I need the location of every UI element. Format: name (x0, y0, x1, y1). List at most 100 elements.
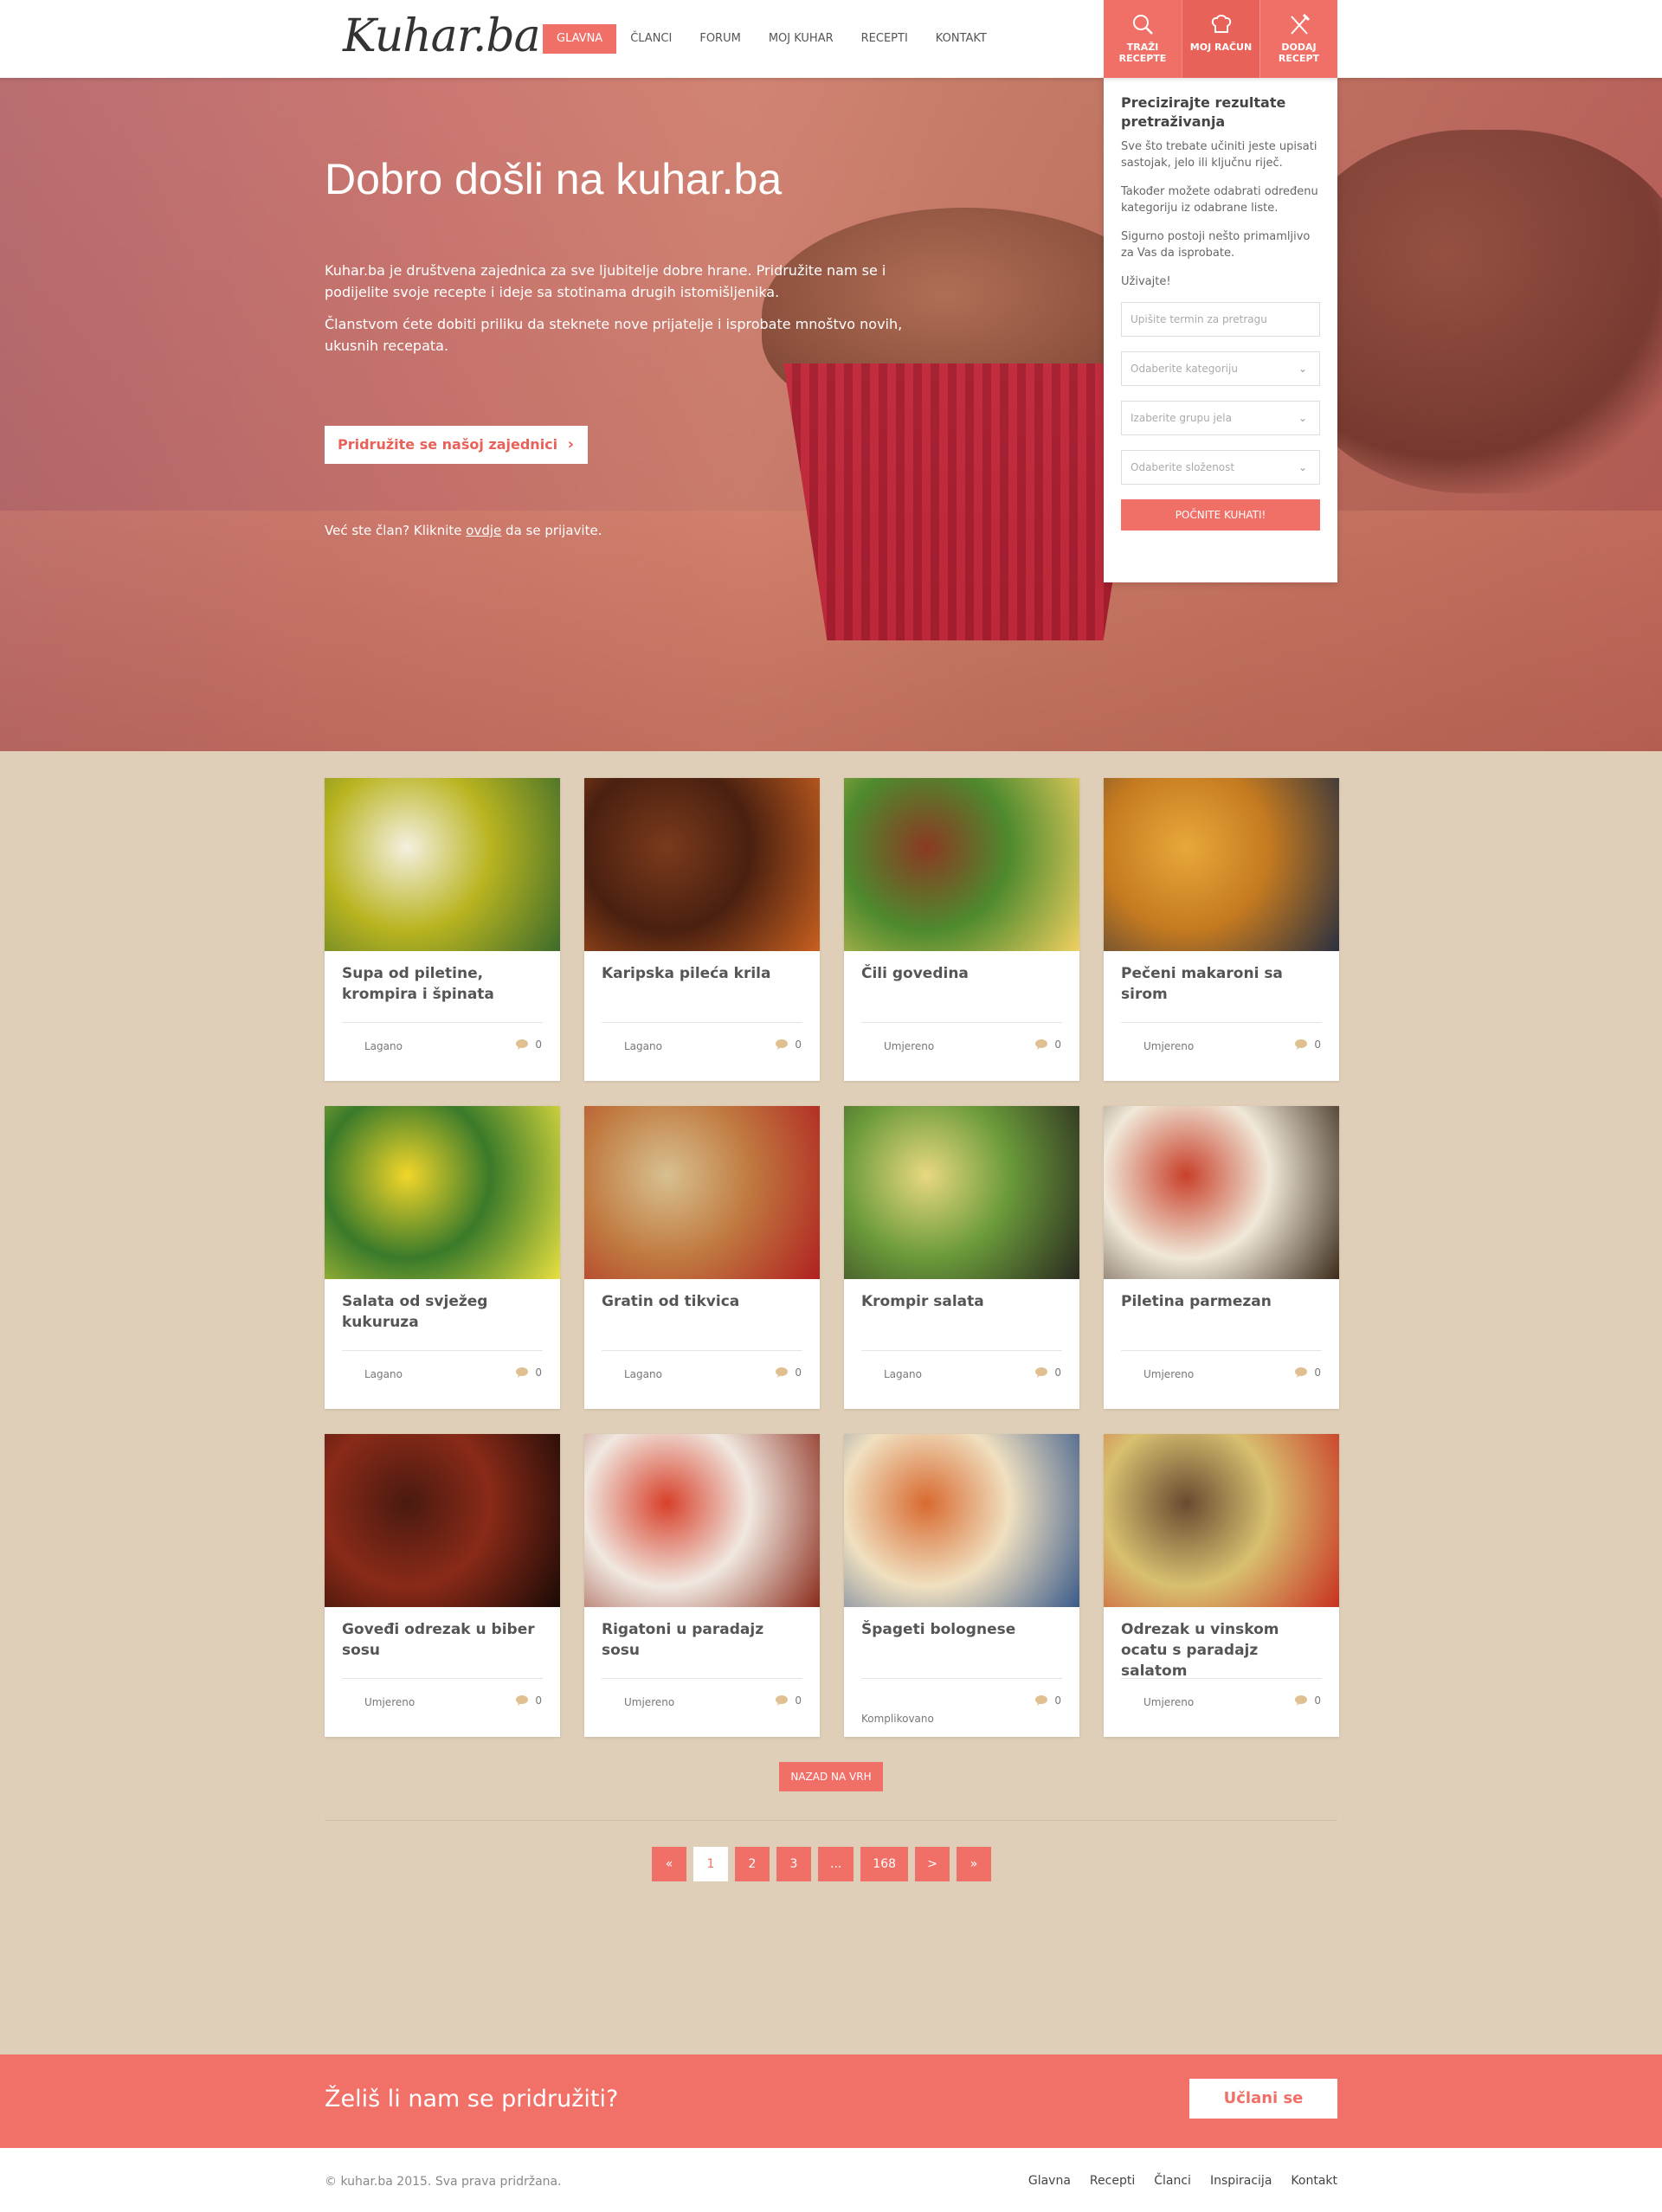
recipe-title[interactable]: Rigatoni u paradajz sosu (602, 1619, 805, 1661)
recipe-title[interactable]: Supa od piletine, krompira i špinata (342, 963, 545, 1005)
nav-item-recepti[interactable]: RECEPTI (847, 24, 922, 54)
recipe-image[interactable] (584, 778, 820, 951)
footer-link-kontakt[interactable]: Kontakt (1291, 2174, 1337, 2188)
comment-icon (1295, 1695, 1308, 1706)
recipe-title[interactable]: Gratin od tikvica (602, 1291, 805, 1312)
recipe-image[interactable] (844, 1434, 1079, 1607)
nav-item-kontakt[interactable]: KONTAKT (922, 24, 1001, 54)
signup-button[interactable]: Učlani se (1189, 2079, 1337, 2119)
my-account-button[interactable]: MOJ RAČUN (1182, 0, 1259, 78)
page-button[interactable]: > (915, 1847, 950, 1881)
comment-count: 0 (1054, 1366, 1061, 1379)
recipe-title[interactable]: Salata od svježeg kukuruza (342, 1291, 545, 1333)
header-actions: TRAŽI RECEPTE MOJ RAČUN DODAJ RECEPT (1104, 0, 1337, 78)
recipe-image[interactable] (325, 1434, 560, 1607)
search-recipes-button[interactable]: TRAŽI RECEPTE (1104, 0, 1182, 78)
recipe-image[interactable] (1104, 1106, 1339, 1279)
search-input[interactable]: Upišite termin za pretragu (1121, 302, 1320, 337)
comment-icon (516, 1695, 529, 1706)
add-recipe-button[interactable]: DODAJ RECEPT (1259, 0, 1337, 78)
chef-hat-icon (1182, 10, 1259, 38)
recipe-title[interactable]: Karipska pileća krila (602, 963, 805, 984)
recipe-title[interactable]: Špageti bolognese (861, 1619, 1065, 1640)
card-divider (342, 1678, 543, 1679)
start-cooking-button[interactable]: POČNITE KUHATI! (1121, 499, 1320, 530)
recipe-image[interactable] (584, 1106, 820, 1279)
category-select[interactable]: Odaberite kategoriju ⌄ (1121, 351, 1320, 386)
page-button[interactable]: 1 (693, 1847, 728, 1881)
page-button[interactable]: ... (818, 1847, 854, 1881)
utensils-icon (1260, 10, 1337, 38)
comment-icon (1035, 1039, 1048, 1050)
recipe-image[interactable] (325, 778, 560, 951)
recipe-image[interactable] (1104, 1434, 1339, 1607)
recipe-difficulty: Umjereno (1143, 1040, 1195, 1052)
nav-item-forum[interactable]: FORUM (686, 24, 754, 54)
recipe-difficulty: Umjereno (1143, 1368, 1195, 1380)
page-button[interactable]: 2 (735, 1847, 770, 1881)
recipe-card[interactable]: Karipska pileća krila Lagano 0 (584, 778, 820, 1081)
footer-link-glavna[interactable]: Glavna (1028, 2174, 1071, 2188)
comment-icon (1035, 1367, 1048, 1378)
recipe-card[interactable]: Špageti bolognese Komplikovano 0 (844, 1434, 1079, 1737)
site-footer: © kuhar.ba 2015. Sva prava pridržana. Gl… (0, 2148, 1662, 2212)
recipe-card[interactable]: Pečeni makaroni sa sirom Umjereno 0 (1104, 778, 1339, 1081)
nav-item-moj-kuhar[interactable]: MOJ KUHAR (755, 24, 847, 54)
card-divider (861, 1350, 1062, 1351)
dish-group-select[interactable]: Izaberite grupu jela ⌄ (1121, 401, 1320, 435)
recipe-card[interactable]: Goveđi odrezak u biber sosu Umjereno 0 (325, 1434, 560, 1737)
recipe-difficulty: Umjereno (624, 1696, 675, 1708)
comment-count: 0 (535, 1366, 542, 1379)
card-divider (1121, 1678, 1322, 1679)
page-button[interactable]: » (957, 1847, 992, 1881)
panel-text: Također možete odabrati određenu kategor… (1121, 185, 1318, 215)
card-divider (342, 1022, 543, 1023)
recipe-title[interactable]: Čili govedina (861, 963, 1065, 984)
nav-item-glavna[interactable]: GLAVNA (543, 24, 617, 54)
footer-link-inspiracija[interactable]: Inspiracija (1210, 2174, 1272, 2188)
recipe-difficulty: Lagano (884, 1368, 922, 1380)
card-divider (602, 1350, 802, 1351)
comment-icon (776, 1695, 789, 1706)
footer-link-recepti[interactable]: Recepti (1090, 2174, 1135, 2188)
recipe-comments: 0 (516, 1366, 542, 1379)
recipe-image[interactable] (844, 778, 1079, 951)
recipe-title[interactable]: Goveđi odrezak u biber sosu (342, 1619, 545, 1661)
recipe-image[interactable] (325, 1106, 560, 1279)
action-label: RECEPTE (1118, 53, 1167, 64)
recipe-card[interactable]: Rigatoni u paradajz sosu Umjereno 0 (584, 1434, 820, 1737)
recipe-title[interactable]: Odrezak u vinskom ocatu s paradajz salat… (1121, 1619, 1324, 1682)
footer-link-članci[interactable]: Članci (1154, 2174, 1191, 2188)
recipe-card[interactable]: Salata od svježeg kukuruza Lagano 0 (325, 1106, 560, 1409)
recipe-title[interactable]: Piletina parmezan (1121, 1291, 1324, 1312)
join-cta-bar: Želiš li nam se pridružiti? Učlani se (0, 2054, 1662, 2148)
page-button[interactable]: 3 (776, 1847, 811, 1881)
recipe-card[interactable]: Piletina parmezan Umjereno 0 (1104, 1106, 1339, 1409)
recipe-card[interactable]: Čili govedina Umjereno 0 (844, 778, 1079, 1081)
recipe-comments: 0 (1035, 1366, 1061, 1379)
recipe-title[interactable]: Pečeni makaroni sa sirom (1121, 963, 1324, 1005)
recipe-title[interactable]: Krompir salata (861, 1291, 1065, 1312)
action-label: TRAŽI (1126, 42, 1159, 53)
join-community-button[interactable]: Pridružite se našoj zajednici › (325, 426, 588, 464)
search-icon (1104, 10, 1182, 38)
page-button[interactable]: 168 (860, 1847, 909, 1881)
back-to-top-button[interactable]: NAZAD NA VRH (779, 1762, 883, 1791)
card-divider (602, 1678, 802, 1679)
page-button[interactable]: « (652, 1847, 686, 1881)
recipe-card[interactable]: Krompir salata Lagano 0 (844, 1106, 1079, 1409)
recipe-card[interactable]: Supa od piletine, krompira i špinata Laga… (325, 778, 560, 1081)
recipe-image[interactable] (1104, 778, 1339, 951)
recipe-card[interactable]: Gratin od tikvica Lagano 0 (584, 1106, 820, 1409)
site-logo[interactable]: Kuhar.ba (343, 10, 541, 62)
nav-item-članci[interactable]: ČLANCI (616, 24, 686, 54)
copyright: © kuhar.ba 2015. Sva prava pridržana. (325, 2175, 562, 2189)
difficulty-select[interactable]: Odaberite složenost ⌄ (1121, 450, 1320, 485)
login-link[interactable]: ovdje (466, 523, 501, 538)
recipe-image[interactable] (844, 1106, 1079, 1279)
recipe-difficulty: Lagano (364, 1040, 403, 1052)
recipe-comments: 0 (516, 1038, 542, 1051)
hero-banner: Dobro došli na kuhar.ba Kuhar.ba je druš… (0, 78, 1662, 751)
recipe-image[interactable] (584, 1434, 820, 1607)
recipe-card[interactable]: Odrezak u vinskom ocatu s paradajz salat… (1104, 1434, 1339, 1737)
